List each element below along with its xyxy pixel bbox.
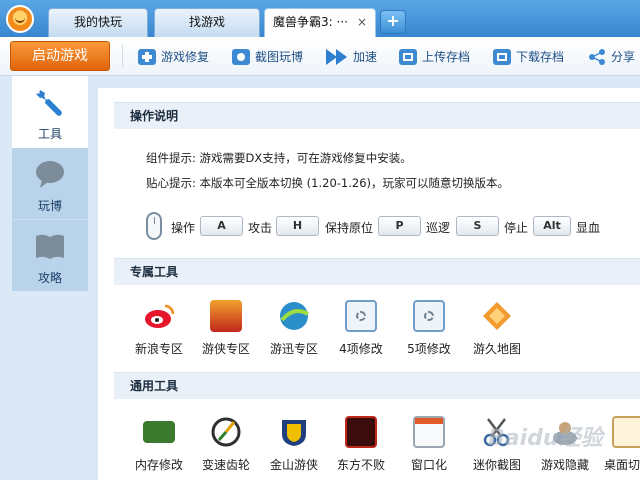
toolbar-item-label: 游戏修复	[161, 50, 210, 64]
component-tip: 组件提示: 游戏需要DX支持，可在游戏修复中安装。	[146, 151, 412, 165]
main-panel: 操作说明 组件提示: 游戏需要DX支持，可在游戏修复中安装。 贴心提示: 本版本…	[98, 88, 640, 480]
tab-label: 我的快玩	[73, 15, 122, 29]
fast-forward-icon	[326, 48, 348, 65]
toolbar-item-label: 分享	[611, 50, 636, 64]
tool-5-mods[interactable]: 5项修改	[398, 300, 460, 357]
nav-item-tools[interactable]: 工具	[12, 76, 88, 148]
camera-icon	[232, 48, 250, 65]
share-button[interactable]: 分享	[588, 37, 635, 76]
tool-label: 新浪专区	[134, 342, 183, 356]
key-action-label: 显血	[576, 221, 601, 235]
screenshot-share-button[interactable]: 截图玩博	[232, 37, 303, 76]
key-a: A	[200, 216, 243, 236]
kingsoft-youxia-icon	[278, 416, 310, 448]
nav-label: 攻略	[37, 271, 62, 285]
dongfang-bubai-icon	[345, 416, 377, 448]
toolbar-item-label: 加速	[353, 50, 378, 64]
tab-warcraft3[interactable]: 魔兽争霸3: ··· ×	[264, 8, 376, 37]
key-action-label: 巡逻	[426, 221, 451, 235]
section-title-exclusive-tools: 专属工具	[114, 258, 640, 285]
tab-my-kuaiwan[interactable]: 我的快玩	[48, 8, 148, 37]
toolbar-item-label: 下载存档	[516, 50, 565, 64]
wrench-icon	[36, 90, 62, 116]
key-action-label: 攻击	[248, 221, 273, 235]
tab-label: 找游戏	[188, 15, 225, 29]
key-alt: Alt	[533, 216, 571, 236]
tool-label: 东方不败	[336, 458, 385, 472]
key-action-label: 保持原位	[325, 221, 374, 235]
toolbar-divider	[122, 45, 123, 67]
gear-window-icon	[345, 300, 377, 332]
ali213-icon	[210, 300, 242, 332]
nav-item-guides[interactable]: 攻略	[12, 219, 88, 291]
tool-label: 内存修改	[134, 458, 183, 472]
nav-item-wanbo[interactable]: 玩博	[12, 148, 88, 220]
tool-label: 游侠专区	[201, 342, 250, 356]
download-save-button[interactable]: 下载存档	[493, 37, 564, 76]
add-tab-button[interactable]: +	[380, 10, 406, 34]
tool-ali213[interactable]: 游侠专区	[195, 300, 257, 357]
uuu9-map-icon	[481, 300, 513, 332]
tool-label: 金山游侠	[269, 458, 318, 472]
tool-kingsoft-youxia[interactable]: 金山游侠	[263, 416, 325, 473]
tool-memory-edit[interactable]: 内存修改	[128, 416, 190, 473]
upload-save-icon	[399, 48, 417, 65]
tool-uuu9-map[interactable]: 游久地图	[466, 300, 528, 357]
tab-find-games[interactable]: 找游戏	[154, 8, 260, 37]
tab-label: 魔兽争霸3: ···	[273, 15, 348, 29]
key-action-label: 停止	[504, 221, 529, 235]
tool-label: 游迅专区	[269, 342, 318, 356]
tool-label: 4项修改	[339, 342, 383, 356]
app-logo-icon[interactable]	[6, 5, 34, 33]
tool-label: 变速齿轮	[201, 458, 250, 472]
operate-label: 操作	[171, 221, 196, 235]
tool-speed-gear[interactable]: 变速齿轮	[195, 416, 257, 473]
key-p: P	[378, 216, 421, 236]
toolbar-item-label: 上传存档	[422, 50, 471, 64]
yxdown-icon	[278, 300, 310, 332]
share-icon	[588, 48, 606, 65]
window-icon	[413, 416, 445, 448]
start-game-button[interactable]: 启动游戏	[10, 41, 110, 71]
accelerate-button[interactable]: 加速	[326, 37, 377, 76]
friendly-tip: 贴心提示: 本版本可全版本切换 (1.20-1.26)，玩家可以随意切换版本。	[146, 176, 510, 190]
watermark: Baidu经验	[488, 426, 603, 451]
tool-yxdown[interactable]: 游迅专区	[263, 300, 325, 357]
nav-label: 工具	[37, 127, 62, 141]
sina-weibo-icon	[143, 300, 175, 332]
tool-sina[interactable]: 新浪专区	[128, 300, 190, 357]
tool-4-mods[interactable]: 4项修改	[330, 300, 392, 357]
tool-label: 迷你截图	[472, 458, 521, 472]
upload-save-button[interactable]: 上传存档	[399, 37, 470, 76]
side-nav: 工具 玩博 攻略	[12, 76, 88, 291]
repair-game-button[interactable]: 游戏修复	[138, 37, 209, 76]
key-h: H	[276, 216, 319, 236]
gear-window-icon	[413, 300, 445, 332]
section-title-common-tools: 通用工具	[114, 372, 640, 399]
nav-label: 玩博	[37, 199, 62, 213]
tool-label: 游久地图	[472, 342, 521, 356]
tool-dongfang-bubai[interactable]: 东方不败	[330, 416, 392, 473]
speed-gear-icon	[210, 416, 242, 448]
key-s: S	[456, 216, 499, 236]
speech-bubble-icon	[36, 161, 64, 188]
medkit-icon	[138, 48, 156, 65]
tool-label: 5项修改	[407, 342, 451, 356]
tool-label: 窗口化	[410, 458, 447, 472]
download-save-icon	[493, 48, 511, 65]
close-tab-icon[interactable]: ×	[357, 9, 367, 36]
desktop-switch-icon	[612, 416, 640, 448]
tool-label: 桌面切	[604, 458, 640, 472]
mouse-icon	[146, 212, 162, 240]
tool-desktop-switch[interactable]: 桌面切	[602, 416, 640, 473]
section-title-instructions: 操作说明	[114, 102, 640, 129]
toolbar: 启动游戏 游戏修复 截图玩博 加速 上传存档 下载存档 分享	[0, 37, 640, 76]
toolbar-item-label: 截图玩博	[255, 50, 304, 64]
title-bar: 我的快玩 找游戏 魔兽争霸3: ··· × +	[0, 0, 640, 37]
tool-label: 游戏隐藏	[540, 458, 589, 472]
tool-windowed[interactable]: 窗口化	[398, 416, 460, 473]
book-icon	[36, 234, 64, 259]
memory-chip-icon	[143, 421, 175, 443]
